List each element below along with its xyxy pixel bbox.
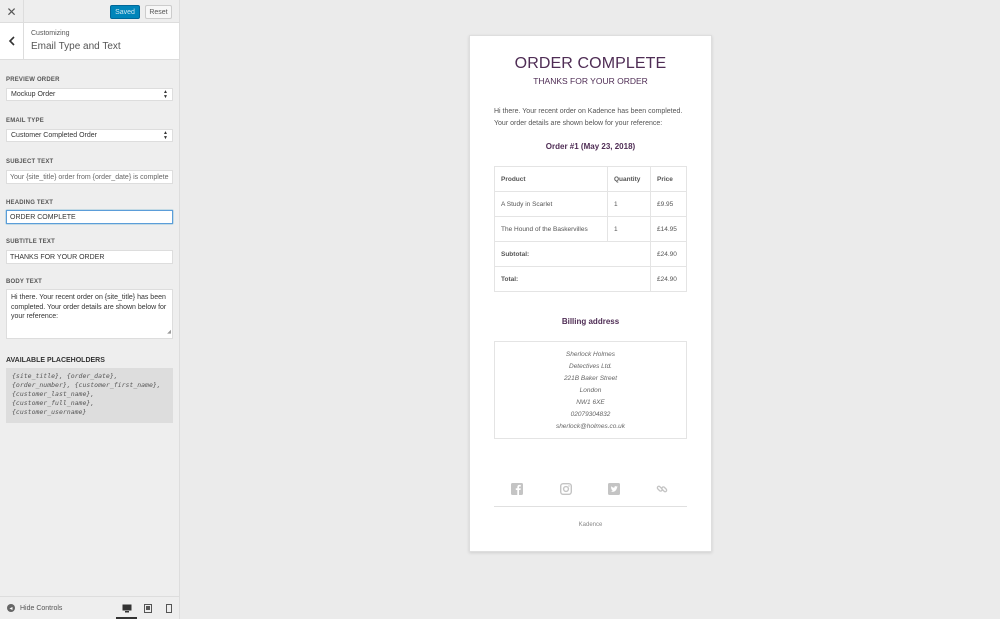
billing-title: Billing address: [561, 317, 620, 326]
tablet-icon[interactable]: [142, 602, 154, 614]
desktop-icon[interactable]: [121, 602, 133, 614]
order-title: Order #1 (May 23, 2018): [545, 142, 636, 151]
heading-text-label: HEADING TEXT: [6, 200, 54, 206]
twitter-icon[interactable]: [607, 482, 620, 495]
hide-controls-button[interactable]: ◂ Hide Controls: [7, 604, 62, 612]
preview-area: ORDER COMPLETE THANKS FOR YOUR ORDER Hi …: [180, 0, 1000, 619]
email-type-select[interactable]: Customer Completed Order ▲ ▼: [6, 129, 173, 142]
price-cell: £14.95: [650, 216, 687, 242]
footer-divider: [494, 506, 687, 507]
column-header: Price: [650, 166, 687, 192]
placeholder-line: {customer_last_name},: [12, 390, 95, 398]
collapse-icon: ◂: [7, 604, 15, 612]
breadcrumb: Customizing: [31, 30, 70, 37]
link-icon[interactable]: [655, 482, 668, 495]
body-text-value: Hi there. Your recent order on {site_tit…: [11, 294, 167, 320]
quantity-cell: 1: [607, 191, 651, 217]
placeholders-box: {site_title}, {order_date}, {order_numbe…: [6, 368, 173, 423]
table-row: A Study in Scarlet 1 £9.95: [494, 191, 687, 217]
address-line: 221B Baker Street: [563, 375, 618, 382]
subtitle-text-field[interactable]: THANKS FOR YOUR ORDER: [6, 250, 173, 264]
column-header: Product: [494, 166, 608, 192]
subtitle-text-label: SUBTITLE TEXT: [6, 239, 55, 245]
subtotal-row: Subtotal: £24.90: [494, 241, 687, 267]
email-body: Hi there. Your recent order on Kadence h…: [494, 106, 694, 130]
social-links: [470, 482, 711, 496]
order-table: Product Quantity Price A Study in Scarle…: [494, 166, 687, 292]
email-body-line: Your order details are shown below for y…: [494, 120, 663, 127]
subtotal-value: £24.90: [650, 241, 687, 267]
section-title: Email Type and Text: [31, 41, 121, 52]
customizer-footer: ◂ Hide Controls: [0, 596, 179, 619]
address-line: NW1 6XE: [576, 399, 605, 406]
placeholder-line: {site_title}, {order_date},: [12, 372, 118, 380]
reset-button[interactable]: Reset: [145, 5, 172, 19]
placeholder-line: {customer_full_name},: [12, 399, 95, 407]
placeholders-title: AVAILABLE PLACEHOLDERS: [6, 357, 105, 364]
select-arrows-icon: ▲ ▼: [163, 129, 168, 141]
preview-order-label: PREVIEW ORDER: [6, 77, 60, 83]
product-cell: The Hound of the Baskervilles: [494, 216, 608, 242]
subject-text-field[interactable]: Your {site_title} order from {order_date…: [6, 170, 173, 184]
price-cell: £9.95: [650, 191, 687, 217]
hide-controls-label: Hide Controls: [20, 604, 63, 612]
address-line: sherlock@holmes.co.uk: [555, 423, 626, 430]
email-type-label: EMAIL TYPE: [6, 118, 44, 124]
body-text-label: BODY TEXT: [6, 279, 43, 285]
address-line: Detectives Ltd.: [569, 363, 612, 370]
controls-panel: PREVIEW ORDER Mockup Order ▲ ▼ EMAIL TYPE…: [0, 77, 179, 423]
product-cell: A Study in Scarlet: [494, 191, 608, 217]
email-preview: ORDER COMPLETE THANKS FOR YOUR ORDER Hi …: [469, 35, 712, 552]
email-heading: ORDER COMPLETE: [514, 55, 667, 72]
section-header: Customizing Email Type and Text: [0, 23, 179, 60]
email-subtitle: THANKS FOR YOUR ORDER: [533, 76, 648, 86]
address-line: Sherlock Holmes: [565, 351, 616, 358]
instagram-icon[interactable]: [559, 482, 572, 495]
column-header: Quantity: [607, 166, 651, 192]
address-line: 02079304832: [570, 411, 611, 418]
address-line: London: [579, 387, 602, 394]
customizer-sidebar: ✕ Saved Reset Customizing Email Type and…: [0, 0, 180, 619]
preview-order-select[interactable]: Mockup Order ▲ ▼: [6, 88, 173, 101]
subtotal-label: Subtotal:: [494, 241, 651, 267]
preview-order-value: Mockup Order: [11, 91, 56, 98]
back-icon[interactable]: [0, 23, 24, 59]
heading-text-field[interactable]: ORDER COMPLETE: [6, 210, 173, 224]
resize-handle-icon[interactable]: ◢: [167, 328, 171, 338]
subject-text-label: SUBJECT TEXT: [6, 159, 54, 165]
email-type-value: Customer Completed Order: [11, 132, 97, 139]
billing-address: Sherlock Holmes Detectives Ltd. 221B Bak…: [494, 341, 687, 439]
placeholder-line: {customer_username}: [12, 408, 87, 416]
placeholder-line: {order_number}, {customer_first_name},: [12, 381, 161, 389]
email-body-line: Hi there. Your recent order on Kadence h…: [494, 108, 683, 115]
body-text-area[interactable]: Hi there. Your recent order on {site_tit…: [6, 289, 173, 339]
close-icon[interactable]: ✕: [0, 0, 24, 23]
facebook-icon[interactable]: [510, 482, 523, 495]
total-label: Total:: [494, 266, 651, 292]
select-arrows-icon: ▲ ▼: [163, 88, 168, 100]
total-value: £24.90: [650, 266, 687, 292]
saved-button[interactable]: Saved: [110, 5, 140, 19]
customizer-topbar: ✕ Saved Reset: [0, 0, 179, 23]
total-row: Total: £24.90: [494, 266, 687, 292]
mobile-icon[interactable]: [163, 602, 175, 614]
table-row: The Hound of the Baskervilles 1 £14.95: [494, 216, 687, 242]
quantity-cell: 1: [607, 216, 651, 242]
table-header-row: Product Quantity Price: [494, 166, 687, 192]
email-footer: Kadence: [578, 522, 603, 528]
